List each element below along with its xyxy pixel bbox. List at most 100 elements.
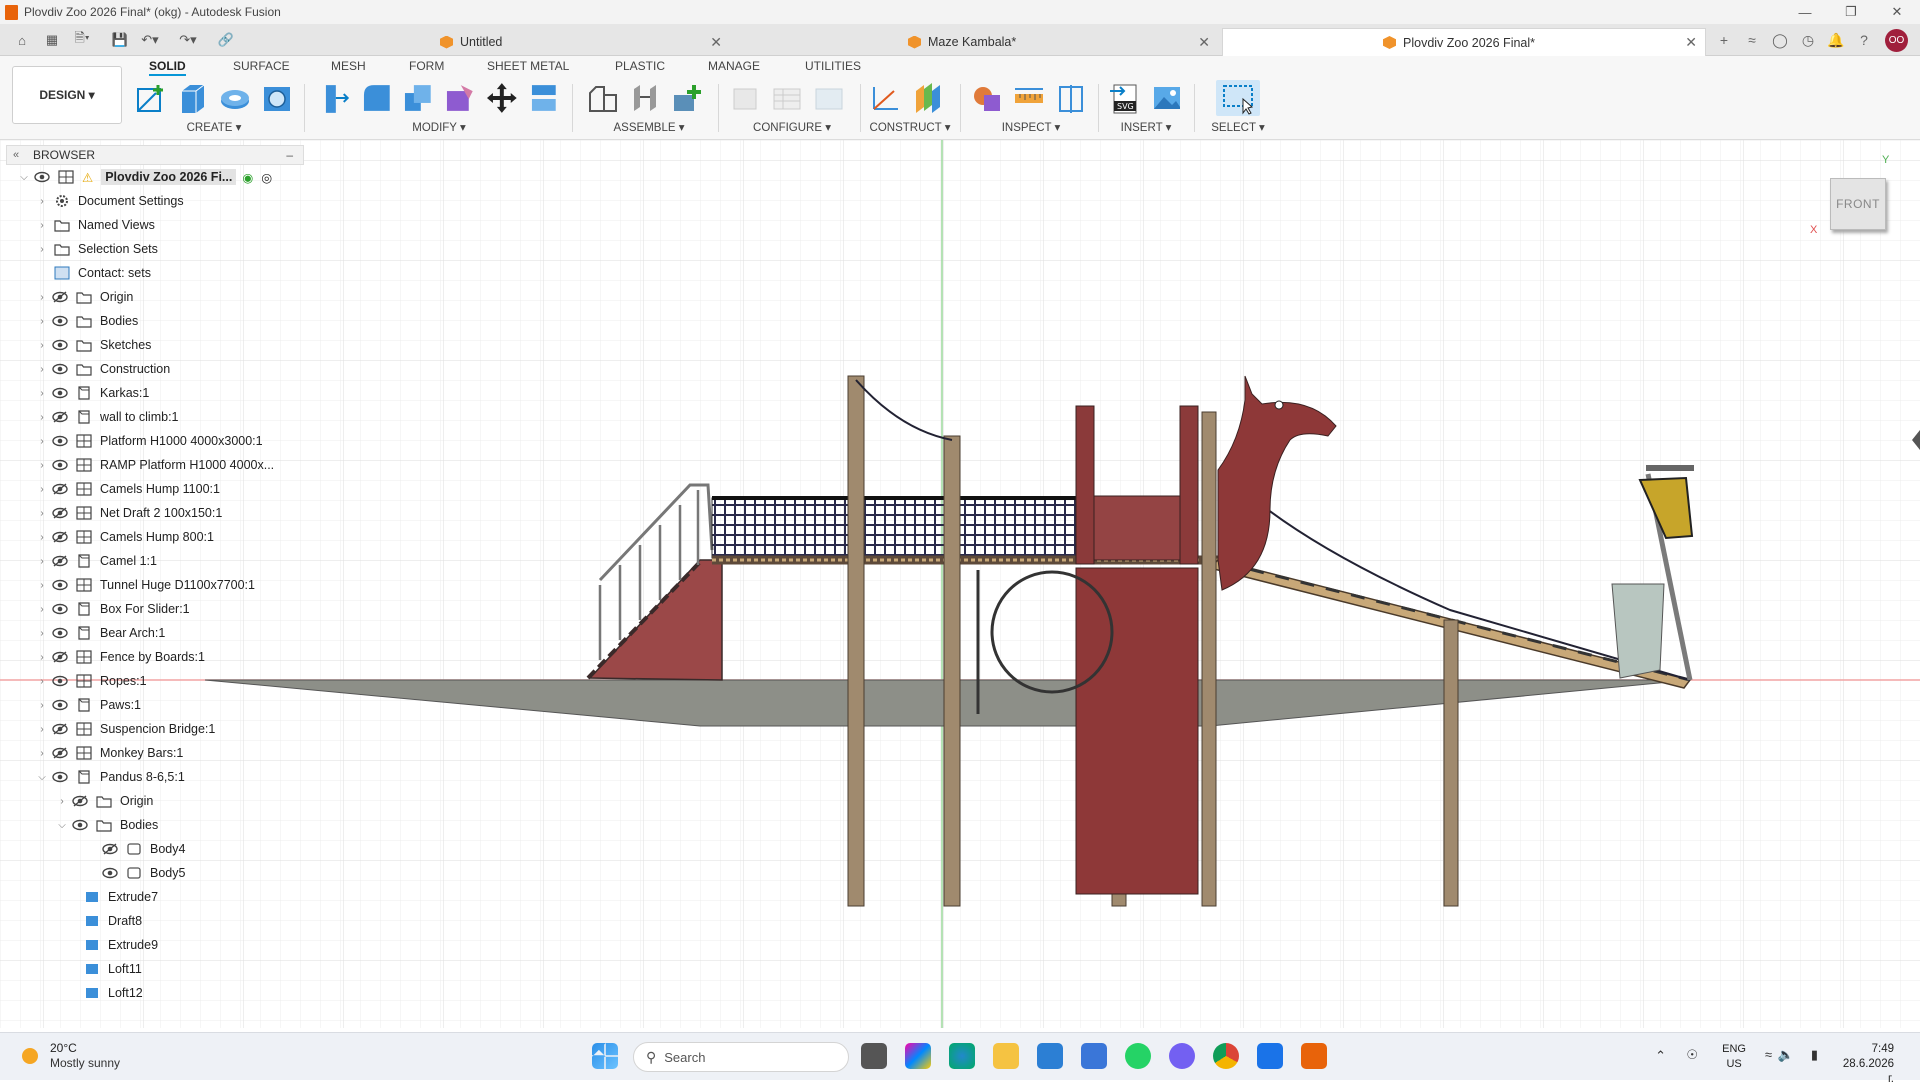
ribbon-tab-form[interactable]: FORM <box>409 59 444 73</box>
expand-chevron-icon[interactable]: ⌵ <box>36 772 48 783</box>
edge-browser-icon[interactable] <box>949 1043 975 1069</box>
visibility-eye-icon[interactable] <box>34 171 52 183</box>
measure-icon[interactable] <box>1012 81 1046 115</box>
input-language-indicator[interactable]: ENG US <box>1722 1042 1746 1072</box>
tree-item-bodies[interactable]: › Bodies <box>36 310 138 332</box>
new-tab-icon[interactable]: + <box>1714 30 1734 50</box>
tree-item-net-draft-2-100x150-1[interactable]: › Net Draft 2 100x150:1 <box>36 502 222 524</box>
expand-chevron-icon[interactable]: › <box>36 436 48 447</box>
configure-theme-icon[interactable] <box>812 81 846 115</box>
new-component-icon[interactable] <box>586 81 620 115</box>
visibility-eye-icon[interactable] <box>52 315 70 327</box>
activate-component-icon[interactable]: ◎ <box>261 170 272 185</box>
expand-chevron-icon[interactable]: › <box>36 532 48 543</box>
hole-icon[interactable] <box>260 81 294 115</box>
redo-icon[interactable]: ↷▾ <box>178 30 198 50</box>
tree-item-ropes-1[interactable]: › Ropes:1 <box>36 670 146 692</box>
view-cube[interactable]: FRONT <box>1830 178 1886 230</box>
visibility-eye-icon[interactable] <box>52 699 70 711</box>
configure-rows-icon[interactable] <box>770 81 804 115</box>
show-hidden-icons-icon[interactable]: ⌃ <box>1655 1048 1666 1064</box>
tree-item-karkas-1[interactable]: › Karkas:1 <box>36 382 149 404</box>
press-pull-icon[interactable] <box>318 81 352 115</box>
tree-item-camels-hump-1100-1[interactable]: › Camels Hump 1100:1 <box>36 478 220 500</box>
expand-chevron-icon[interactable]: ⌵ <box>56 820 68 831</box>
fillet-icon[interactable] <box>360 81 394 115</box>
workspace-switcher[interactable]: DESIGN ▾ <box>12 66 122 124</box>
battery-icon[interactable]: ▮ <box>1811 1047 1818 1063</box>
interference-icon[interactable] <box>970 81 1004 115</box>
visibility-eye-icon[interactable] <box>52 507 70 519</box>
minimize-browser-icon[interactable]: – <box>286 148 293 162</box>
configure-table-icon[interactable] <box>728 81 762 115</box>
tree-item-extrude7[interactable]: Extrude7 <box>66 886 158 908</box>
tree-item-extrude9[interactable]: Extrude9 <box>66 934 158 956</box>
tree-item-bear-arch-1[interactable]: › Bear Arch:1 <box>36 622 165 644</box>
visibility-eye-icon[interactable] <box>52 627 70 639</box>
modify-menu[interactable]: MODIFY ▾ <box>318 120 560 134</box>
window-select-icon[interactable] <box>1221 81 1255 115</box>
expand-chevron-icon[interactable]: › <box>36 244 48 255</box>
ribbon-tab-solid[interactable]: SOLID <box>149 59 186 76</box>
expand-chevron-icon[interactable]: › <box>36 676 48 687</box>
insert-svg-icon[interactable]: SVG <box>1108 81 1142 115</box>
configure-menu[interactable]: CONFIGURE ▾ <box>728 120 856 134</box>
visibility-eye-icon[interactable] <box>102 843 120 855</box>
joint-icon[interactable] <box>628 81 662 115</box>
tab-maze-kambala[interactable]: Maze Kambala* ✕ <box>908 28 1218 56</box>
notifications-bell-icon[interactable]: 🔔 <box>1826 30 1846 50</box>
visibility-eye-icon[interactable] <box>52 411 70 423</box>
collapse-panel-icon[interactable]: « <box>7 149 25 161</box>
expand-chevron-icon[interactable]: › <box>36 556 48 567</box>
visibility-eye-icon[interactable] <box>52 675 70 687</box>
help-icon[interactable]: ? <box>1854 30 1874 50</box>
expand-chevron-icon[interactable]: ⌵ <box>18 172 30 183</box>
tree-item-named-views[interactable]: › Named Views <box>36 214 155 236</box>
tab-plovdiv-zoo[interactable]: Plovdiv Zoo 2026 Final* ✕ <box>1222 28 1706 56</box>
ribbon-tab-plastic[interactable]: PLASTIC <box>615 59 665 73</box>
close-tab-icon[interactable]: ✕ <box>1198 34 1210 51</box>
chrome-icon[interactable] <box>1213 1043 1239 1069</box>
select-menu[interactable]: SELECT ▾ <box>1208 120 1268 134</box>
create-sketch-icon[interactable] <box>134 81 168 115</box>
tree-item-camel-1-1[interactable]: › Camel 1:1 <box>36 550 157 572</box>
tree-item-pandus-bodies[interactable]: ⌵ Bodies <box>56 814 158 836</box>
expand-chevron-icon[interactable]: › <box>36 652 48 663</box>
visibility-eye-icon[interactable] <box>52 531 70 543</box>
offset-plane-icon[interactable] <box>910 81 944 115</box>
mail-icon[interactable] <box>1037 1043 1063 1069</box>
tree-item-box-for-slider-1[interactable]: › Box For Slider:1 <box>36 598 189 620</box>
visibility-eye-icon[interactable] <box>52 363 70 375</box>
job-status-icon[interactable]: ◯ <box>1770 30 1790 50</box>
copilot-icon[interactable] <box>905 1043 931 1069</box>
align-icon[interactable] <box>526 81 560 115</box>
expand-chevron-icon[interactable]: › <box>36 580 48 591</box>
visibility-eye-icon[interactable] <box>52 723 70 735</box>
expand-chevron-icon[interactable]: › <box>36 220 48 231</box>
microsoft-store-icon[interactable] <box>1081 1043 1107 1069</box>
taskbar-search[interactable]: ⚲ Search <box>633 1042 849 1072</box>
file-explorer-icon[interactable] <box>993 1043 1019 1069</box>
undo-icon[interactable]: ↶▾ <box>140 30 160 50</box>
data-panel-grid-icon[interactable]: ▦ <box>42 30 62 50</box>
tree-item-ramp-platform-h1000-4000x[interactable]: › RAMP Platform H1000 4000x... <box>36 454 274 476</box>
visibility-eye-icon[interactable] <box>52 771 70 783</box>
extensions-icon[interactable]: ≈ <box>1742 30 1762 50</box>
minimize-button[interactable]: — <box>1782 0 1828 24</box>
tree-item-pandus-origin[interactable]: › Origin <box>56 790 153 812</box>
maximize-button[interactable]: ❐ <box>1828 0 1874 24</box>
user-avatar[interactable]: OO <box>1885 29 1908 52</box>
share-link-icon[interactable]: 🔗 <box>216 30 236 50</box>
expand-chevron-icon[interactable]: › <box>56 796 68 807</box>
visibility-eye-icon[interactable] <box>102 867 120 879</box>
visibility-eye-icon[interactable] <box>52 603 70 615</box>
expand-chevron-icon[interactable]: › <box>36 388 48 399</box>
extrude-icon[interactable] <box>176 81 210 115</box>
visibility-eye-icon[interactable] <box>52 483 70 495</box>
canvas-image-icon[interactable] <box>1150 81 1184 115</box>
visibility-eye-icon[interactable] <box>52 387 70 399</box>
create-menu[interactable]: CREATE ▾ <box>134 120 294 134</box>
tree-item-sketches[interactable]: › Sketches <box>36 334 151 356</box>
tree-item-platform-h1000-4000x3000-1[interactable]: › Platform H1000 4000x3000:1 <box>36 430 262 452</box>
combine-icon[interactable] <box>401 81 435 115</box>
